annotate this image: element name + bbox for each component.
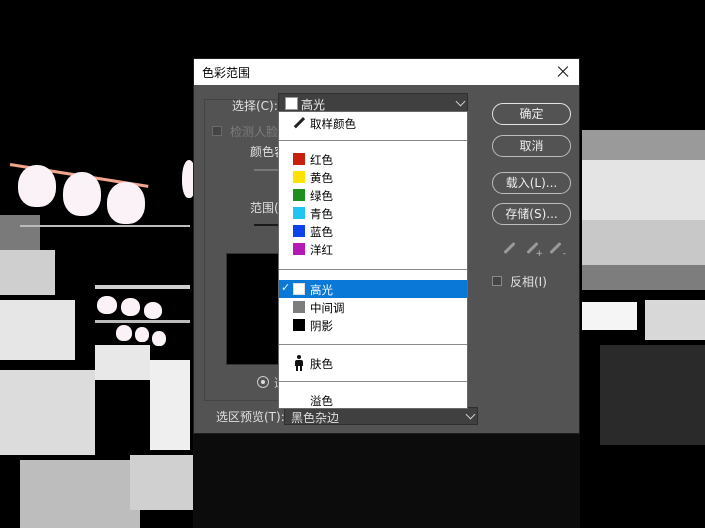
option-label: 肤色 (310, 357, 333, 371)
option-yellows[interactable]: 黄色 (279, 168, 467, 186)
bg-shape (0, 370, 95, 455)
option-label: 高光 (310, 283, 333, 297)
bg-shape (645, 300, 705, 340)
color-swatch (293, 189, 305, 201)
color-swatch (293, 301, 305, 313)
option-shadows[interactable]: 阴影 (279, 316, 467, 334)
color-swatch (293, 153, 305, 165)
option-cyans[interactable]: 青色 (279, 204, 467, 222)
option-label: 青色 (310, 207, 333, 221)
eyedropper-plus-sign: + (535, 249, 543, 259)
separator (279, 269, 467, 270)
fuzziness-slider[interactable] (254, 169, 278, 171)
color-swatch (293, 319, 305, 331)
bg-shape (582, 302, 637, 330)
select-swatch (285, 97, 298, 110)
close-icon[interactable] (553, 62, 573, 82)
lantern (97, 296, 117, 314)
lantern (63, 172, 101, 216)
bg-shape (20, 460, 140, 528)
option-out-of-gamut[interactable]: 溢色 (279, 391, 467, 409)
option-label: 溢色 (310, 394, 333, 408)
option-reds[interactable]: 红色 (279, 150, 467, 168)
bg-shape (582, 160, 705, 220)
color-swatch (293, 207, 305, 219)
eyedropper-icon (293, 117, 305, 129)
bg-shape (150, 360, 190, 450)
option-blues[interactable]: 蓝色 (279, 222, 467, 240)
lantern (116, 325, 132, 341)
invert-checkbox[interactable] (492, 276, 502, 286)
preview-label: 选区预览(T): (216, 410, 285, 424)
bg-shape (95, 320, 190, 323)
option-label: 黄色 (310, 171, 333, 185)
preview-select[interactable]: 黑色杂边 (284, 407, 478, 425)
option-label: 绿色 (310, 189, 333, 203)
range-label: 范围( (250, 201, 279, 215)
bg-shape (95, 285, 190, 289)
lantern (135, 327, 149, 342)
option-skin-tones[interactable]: 肤色 (279, 354, 467, 372)
lantern (18, 165, 56, 207)
bg-shape (600, 345, 705, 445)
lantern (152, 331, 166, 346)
option-label: 中间调 (310, 301, 345, 315)
ok-button[interactable]: 确定 (492, 103, 571, 125)
bg-shape (20, 225, 190, 227)
eyedropper-plus-icon[interactable]: + (525, 242, 543, 259)
range-slider[interactable] (254, 224, 278, 226)
select-dropdown-list: 取样颜色 红色 黄色 绿色 青色 蓝色 洋红 ✓ 高光 中间调 阴影 肤色 溢色 (278, 111, 468, 409)
person-icon (294, 355, 304, 371)
option-magentas[interactable]: 洋红 (279, 240, 467, 258)
detect-faces-label: 检测人脸 (230, 125, 279, 139)
option-highlights[interactable]: ✓ 高光 (279, 280, 467, 298)
lantern (144, 302, 162, 319)
eyedropper-minus-icon[interactable]: - (548, 242, 566, 259)
bg-shape (0, 215, 40, 255)
option-midtones[interactable]: 中间调 (279, 298, 467, 316)
check-icon: ✓ (281, 281, 291, 294)
separator (279, 140, 467, 141)
load-button[interactable]: 载入(L)... (492, 172, 571, 194)
separator (279, 381, 467, 382)
option-label: 阴影 (310, 319, 333, 333)
dialog-title: 色彩范围 (202, 66, 251, 80)
selection-radio[interactable] (257, 376, 269, 388)
detect-faces-checkbox[interactable] (212, 126, 222, 136)
bg-shape (130, 455, 193, 510)
option-label: 取样颜色 (310, 117, 356, 131)
preview-select-value: 黑色杂边 (291, 411, 340, 425)
bg-shape (0, 300, 75, 360)
color-swatch (293, 171, 305, 183)
bg-shape (582, 220, 705, 265)
option-label: 红色 (310, 153, 333, 167)
option-greens[interactable]: 绿色 (279, 186, 467, 204)
save-button[interactable]: 存储(S)... (492, 203, 571, 225)
bg-shape (193, 434, 580, 528)
selection-preview (226, 253, 282, 365)
chevron-down-icon (455, 96, 466, 107)
bg-shape (582, 130, 705, 160)
option-label: 蓝色 (310, 225, 333, 239)
select-dropdown[interactable]: 高光 (278, 93, 468, 112)
cancel-button[interactable]: 取消 (492, 135, 571, 157)
invert-label: 反相(I) (510, 275, 547, 289)
bg-shape (582, 265, 705, 290)
bg-shape (0, 250, 55, 295)
bg-shape (95, 345, 150, 380)
select-label: 选择(C): (232, 99, 278, 113)
chevron-down-icon (465, 409, 476, 420)
color-swatch (293, 283, 305, 295)
option-label: 洋红 (310, 243, 333, 257)
option-sampled-colors[interactable]: 取样颜色 (279, 114, 467, 132)
color-swatch (293, 225, 305, 237)
dialog-titlebar: 色彩范围 (194, 59, 579, 85)
separator (279, 344, 467, 345)
lantern (121, 298, 140, 316)
color-swatch (293, 243, 305, 255)
lantern (107, 182, 145, 224)
eyedropper-icon[interactable] (502, 242, 516, 256)
eyedropper-minus-sign: - (562, 249, 566, 259)
